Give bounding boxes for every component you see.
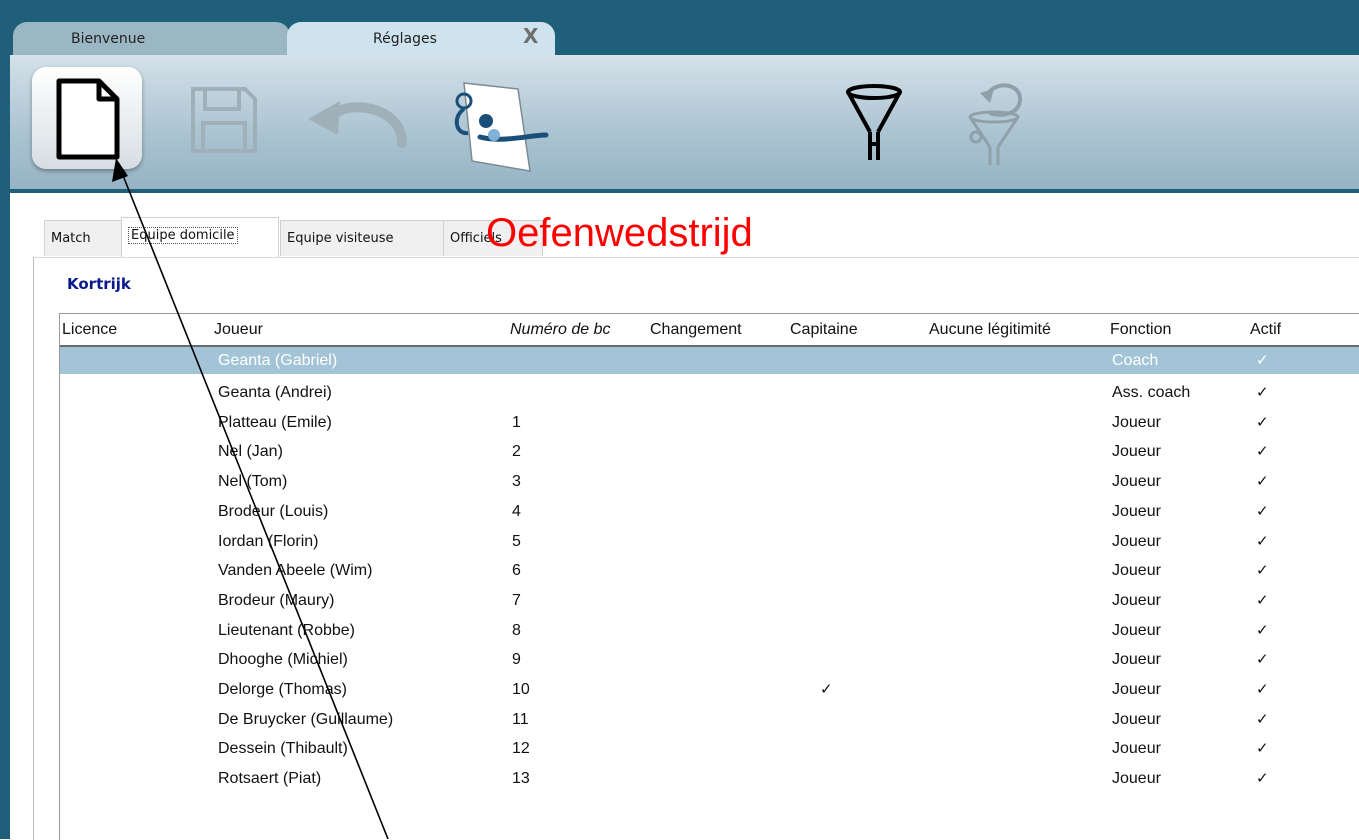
cell-actif[interactable]: ✓ bbox=[1256, 617, 1269, 644]
cell-actif[interactable]: ✓ bbox=[1256, 646, 1269, 673]
cell-fonction[interactable]: Joueur bbox=[1112, 706, 1161, 733]
cell-actif[interactable]: ✓ bbox=[1256, 706, 1269, 733]
cell-numero[interactable]: 1 bbox=[512, 409, 521, 436]
cell-actif[interactable]: ✓ bbox=[1256, 735, 1269, 762]
cell-joueur[interactable]: Platteau (Emile) bbox=[218, 409, 332, 436]
cell-numero[interactable]: 10 bbox=[512, 676, 530, 703]
column-header-joueur[interactable]: Joueur bbox=[214, 315, 506, 345]
cell-joueur[interactable]: Iordan (Florin) bbox=[218, 528, 318, 555]
tab-bienvenue[interactable]: Bienvenue bbox=[13, 22, 290, 56]
cell-fonction[interactable]: Joueur bbox=[1112, 468, 1161, 495]
cell-numero[interactable]: 3 bbox=[512, 468, 521, 495]
cell-joueur[interactable]: Dessein (Thibault) bbox=[218, 735, 348, 762]
column-header-actif[interactable]: Actif bbox=[1250, 315, 1350, 345]
tab-reglages[interactable]: Réglages X bbox=[287, 22, 555, 56]
new-document-button[interactable] bbox=[32, 67, 142, 169]
cell-actif[interactable]: ✓ bbox=[1256, 347, 1269, 374]
cell-numero[interactable]: 9 bbox=[512, 646, 521, 673]
undo-button[interactable] bbox=[304, 95, 414, 151]
cell-fonction[interactable]: Joueur bbox=[1112, 735, 1161, 762]
cell-joueur[interactable]: Brodeur (Maury) bbox=[218, 587, 334, 614]
team-name: Kortrijk bbox=[67, 275, 131, 293]
cell-fonction[interactable]: Joueur bbox=[1112, 765, 1161, 792]
column-header-capitaine[interactable]: Capitaine bbox=[790, 315, 925, 345]
save-button[interactable] bbox=[187, 83, 259, 155]
cell-actif[interactable]: ✓ bbox=[1256, 587, 1269, 614]
cell-numero[interactable]: 7 bbox=[512, 587, 521, 614]
cell-fonction[interactable]: Joueur bbox=[1112, 587, 1161, 614]
cell-joueur[interactable]: Nel (Jan) bbox=[218, 438, 283, 465]
filter-icon bbox=[846, 84, 902, 160]
toolbar bbox=[10, 55, 1359, 193]
cell-fonction[interactable]: Joueur bbox=[1112, 646, 1161, 673]
filter-button[interactable] bbox=[844, 82, 904, 164]
cell-fonction[interactable]: Joueur bbox=[1112, 528, 1161, 555]
cell-fonction[interactable]: Ass. coach bbox=[1112, 379, 1190, 406]
cell-actif[interactable]: ✓ bbox=[1256, 468, 1269, 495]
column-header-numero[interactable]: Numéro de bc bbox=[510, 315, 650, 345]
officials-button[interactable] bbox=[442, 77, 552, 173]
cell-numero[interactable]: 11 bbox=[512, 706, 529, 733]
cell-actif[interactable]: ✓ bbox=[1256, 528, 1269, 555]
cell-numero[interactable]: 2 bbox=[512, 438, 521, 465]
cell-joueur[interactable]: Rotsaert (Piat) bbox=[218, 765, 321, 792]
new-document-icon bbox=[56, 78, 120, 160]
cell-numero[interactable]: 4 bbox=[512, 498, 521, 525]
close-tab-icon[interactable]: X bbox=[523, 24, 538, 48]
tab-bienvenue-label: Bienvenue bbox=[71, 31, 146, 47]
cell-joueur[interactable]: De Bruycker (Guillaume) bbox=[218, 706, 393, 733]
cell-joueur[interactable]: Geanta (Andrei) bbox=[218, 379, 332, 406]
training-match-stamp: Oefenwedstrijd bbox=[486, 211, 753, 255]
cell-joueur[interactable]: Nel (Tom) bbox=[218, 468, 287, 495]
cell-fonction[interactable]: Joueur bbox=[1112, 438, 1161, 465]
tab-match[interactable]: Match bbox=[44, 220, 122, 256]
cell-actif[interactable]: ✓ bbox=[1256, 438, 1269, 465]
cell-fonction[interactable]: Joueur bbox=[1112, 409, 1161, 436]
cell-numero[interactable]: 12 bbox=[512, 735, 530, 762]
cell-joueur[interactable]: Dhooghe (Michiel) bbox=[218, 646, 348, 673]
save-icon bbox=[191, 87, 257, 153]
cell-joueur[interactable]: Geanta (Gabriel) bbox=[218, 347, 337, 374]
cell-actif[interactable]: ✓ bbox=[1256, 409, 1269, 436]
cell-numero[interactable]: 6 bbox=[512, 557, 521, 584]
column-header-changement[interactable]: Changement bbox=[650, 315, 790, 345]
cell-numero[interactable]: 13 bbox=[512, 765, 530, 792]
clear-filter-icon bbox=[968, 83, 1023, 165]
tab-equipe-visiteuse[interactable]: Equipe visiteuse bbox=[280, 220, 444, 256]
cell-fonction[interactable]: Coach bbox=[1112, 347, 1158, 374]
cell-fonction[interactable]: Joueur bbox=[1112, 617, 1161, 644]
cell-actif[interactable]: ✓ bbox=[1256, 498, 1269, 525]
cell-numero[interactable]: 5 bbox=[512, 528, 521, 555]
column-header-aucune-legitimite[interactable]: Aucune légitimité bbox=[929, 315, 1109, 345]
cell-numero[interactable]: 8 bbox=[512, 617, 521, 644]
cell-actif[interactable]: ✓ bbox=[1256, 557, 1269, 584]
cell-joueur[interactable]: Delorge (Thomas) bbox=[218, 676, 347, 703]
cell-fonction[interactable]: Joueur bbox=[1112, 557, 1161, 584]
cell-actif[interactable]: ✓ bbox=[1256, 676, 1269, 703]
cell-actif[interactable]: ✓ bbox=[1256, 379, 1269, 406]
cell-joueur[interactable]: Lieutenant (Robbe) bbox=[218, 617, 355, 644]
cell-fonction[interactable]: Joueur bbox=[1112, 676, 1161, 703]
cell-actif[interactable]: ✓ bbox=[1256, 765, 1269, 792]
column-header-fonction[interactable]: Fonction bbox=[1110, 315, 1245, 345]
cell-fonction[interactable]: Joueur bbox=[1112, 498, 1161, 525]
undo-icon bbox=[308, 101, 407, 148]
tab-equipe-visiteuse-label: Equipe visiteuse bbox=[287, 231, 394, 246]
cell-capitaine[interactable]: ✓ bbox=[820, 676, 833, 703]
officials-icon bbox=[454, 82, 549, 172]
window-left-border bbox=[0, 55, 10, 839]
clear-filter-button[interactable] bbox=[960, 75, 1030, 167]
tab-equipe-domicile[interactable]: Equipe domicile bbox=[121, 217, 279, 257]
tab-reglages-label: Réglages bbox=[373, 31, 437, 47]
tab-equipe-domicile-label: Equipe domicile bbox=[128, 227, 238, 244]
tab-match-label: Match bbox=[51, 231, 91, 246]
cell-joueur[interactable]: Vanden Abeele (Wim) bbox=[218, 557, 372, 584]
column-header-licence[interactable]: Licence bbox=[62, 315, 207, 345]
cell-joueur[interactable]: Brodeur (Louis) bbox=[218, 498, 328, 525]
